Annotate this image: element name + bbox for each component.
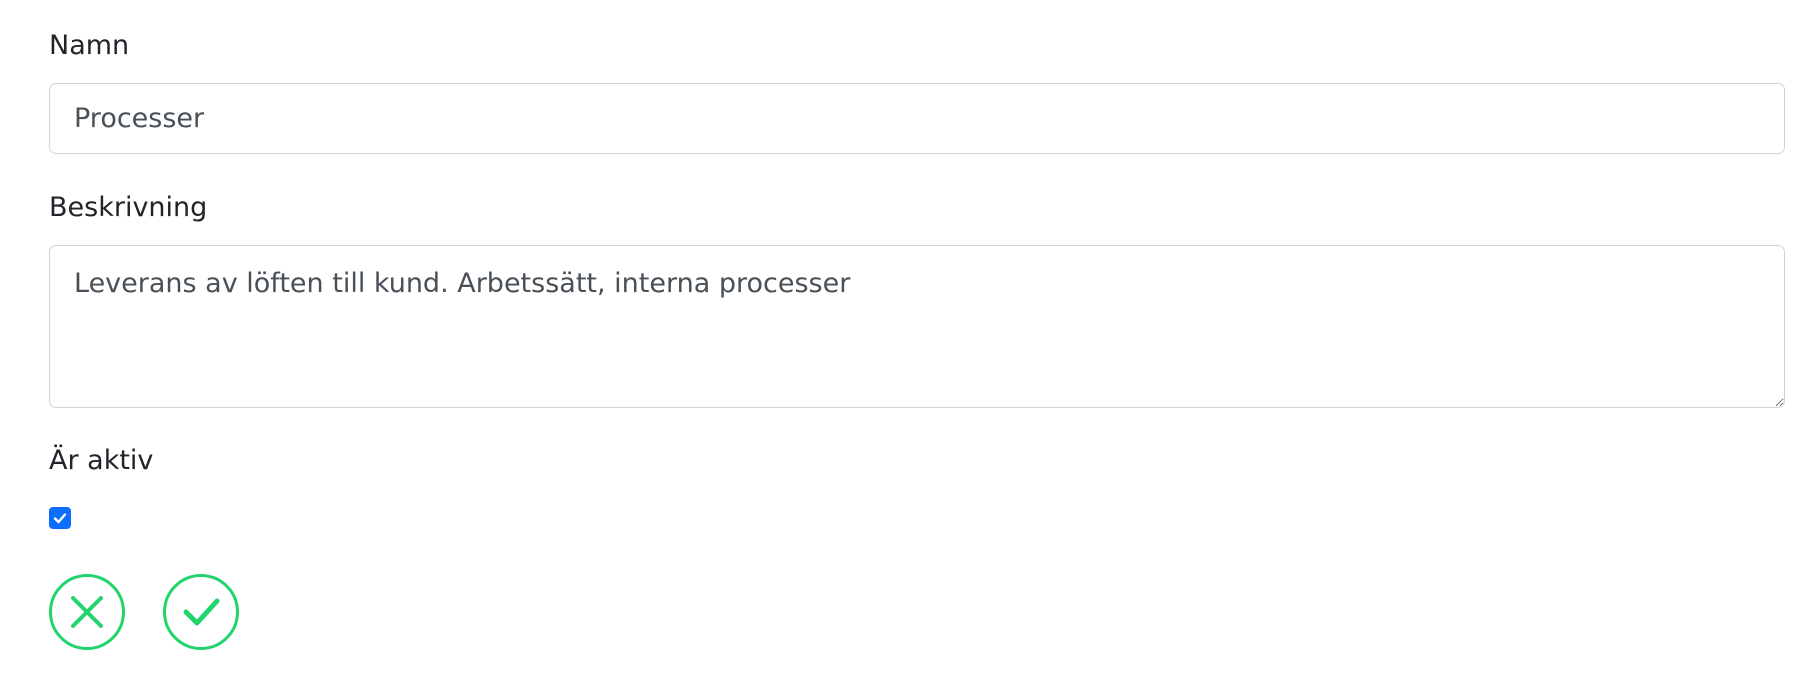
name-input[interactable] xyxy=(49,83,1785,154)
close-icon xyxy=(71,596,103,628)
description-textarea[interactable]: Leverans av löften till kund. Arbetssätt… xyxy=(49,245,1785,408)
check-icon xyxy=(183,598,220,626)
active-checkbox[interactable] xyxy=(49,507,71,529)
cancel-button[interactable] xyxy=(49,574,125,650)
active-label: Är aktiv xyxy=(49,445,154,476)
name-label: Namn xyxy=(49,30,130,61)
confirm-button[interactable] xyxy=(163,574,239,650)
description-label: Beskrivning xyxy=(49,192,208,223)
checkbox-box xyxy=(49,507,71,529)
checkmark-icon xyxy=(53,513,67,524)
